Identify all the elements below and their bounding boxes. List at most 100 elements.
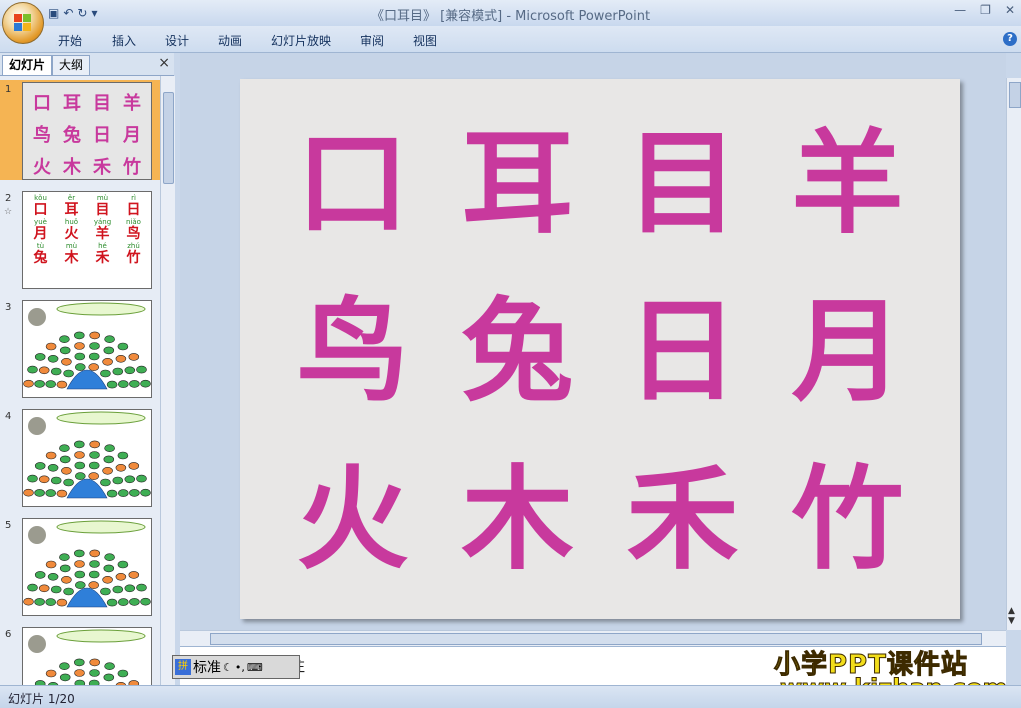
slide-character: 木 [461, 454, 574, 585]
thumbnail-character: 兔 [63, 125, 81, 146]
pinyin-text: mù [65, 242, 78, 250]
pinyin-text: huǒ [64, 218, 79, 226]
slide-character-grid: 口耳目羊鸟兔日月火木禾竹 [270, 119, 930, 585]
close-icon[interactable]: ✕ [1005, 3, 1015, 17]
pinyin-text: yáng [93, 218, 112, 226]
thumbnail-character: 羊 [123, 93, 141, 114]
hanzi-text: 月 [33, 226, 48, 242]
ime-toolbar[interactable]: 拼 标准 ☾ •, ⌨ [172, 655, 300, 679]
pinyin-text: tù [36, 242, 45, 250]
slide-character: 禾 [626, 454, 739, 585]
hanzi-text: 鸟 [126, 226, 141, 242]
minimize-icon[interactable]: — [954, 3, 966, 17]
keyboard-icon[interactable]: ⌨ [247, 661, 263, 674]
punctuation-icon[interactable]: •, [235, 661, 245, 674]
pinyin-cell: rì 日 [118, 194, 149, 218]
thumbnail-number: 5 [5, 520, 12, 531]
hanzi-text: 羊 [95, 226, 110, 242]
tab-home[interactable]: 开始 [58, 32, 82, 49]
window-controls: — ❐ ✕ [954, 3, 1015, 17]
thumbnail-character: 月 [123, 125, 141, 146]
pinyin-text: niǎo [126, 218, 141, 226]
tab-review[interactable]: 审阅 [360, 32, 384, 49]
pinyin-cell: niǎo 鸟 [118, 218, 149, 242]
thumbnail-character: 禾 [93, 157, 111, 178]
pinyin-grid: kǒu 口 ěr 耳 mù 目 rì 日 yuè 月 huǒ 火 yáng 羊 niǎo 鸟 tù 兔 mù 木 hé 禾… [25, 194, 149, 266]
hanzi-text: 耳 [64, 202, 79, 218]
tab-design[interactable]: 设计 [165, 32, 189, 49]
hanzi-text: 兔 [33, 250, 48, 266]
thumbnail-slide-1[interactable]: 1 口耳目羊鸟兔日月火木禾竹 [0, 80, 160, 180]
slide-counter: 幻灯片 1/20 [8, 692, 75, 706]
thumbnail-number: 1 [5, 84, 12, 95]
close-panel-icon[interactable]: × [158, 55, 170, 71]
slide-canvas[interactable]: 口耳目羊鸟兔日月火木禾竹 [240, 79, 960, 619]
page-nav-icon[interactable]: ▲ ▼ [1008, 606, 1015, 626]
thumbnail-character: 木 [63, 157, 81, 178]
thumbnail-character: 目 [93, 93, 111, 114]
pinyin-cell: huǒ 火 [56, 218, 87, 242]
pinyin-text: mù [96, 194, 109, 202]
window-title: 《口耳目》 [兼容模式] - Microsoft PowerPoint [370, 9, 651, 24]
slide-character: 日 [626, 286, 739, 417]
tab-slides[interactable]: 幻灯片 [2, 55, 53, 75]
slide-character: 月 [791, 286, 904, 417]
tab-outline[interactable]: 大纲 [52, 55, 91, 75]
thumbnail-number: 4 [5, 411, 12, 422]
pinyin-cell: ěr 耳 [56, 194, 87, 218]
pinyin-text: hé [98, 242, 107, 250]
thumbnail-preview [22, 409, 152, 507]
hanzi-text: 木 [64, 250, 79, 266]
pinyin-text: rì [131, 194, 136, 202]
scrollbar-thumb[interactable] [1009, 82, 1021, 108]
thumbnail-slide-3[interactable]: 3 [0, 298, 160, 398]
pinyin-text: kǒu [34, 194, 47, 202]
ime-mode[interactable]: 标准 [193, 657, 221, 677]
thumbnail-slide-4[interactable]: 4 [0, 407, 160, 507]
slide-character: 口 [296, 118, 409, 249]
tab-view[interactable]: 视图 [413, 32, 437, 49]
pinyin-text: zhú [127, 242, 140, 250]
thumbnail-slide-6[interactable]: 6 [0, 625, 160, 685]
scrollbar-thumb[interactable] [163, 92, 174, 184]
thumbnail-preview: 口耳目羊鸟兔日月火木禾竹 [22, 82, 152, 180]
animation-star-icon: ☆ [4, 207, 13, 217]
thumbnail-slide-5[interactable]: 5 [0, 516, 160, 616]
tab-animation[interactable]: 动画 [218, 32, 242, 49]
slide-character: 目 [626, 118, 739, 249]
moon-icon[interactable]: ☾ [223, 661, 233, 674]
office-logo-icon [14, 14, 32, 32]
pinyin-cell: zhú 竹 [118, 242, 149, 266]
panel-tabs: 幻灯片 大纲 × [0, 53, 174, 76]
hanzi-text: 口 [33, 202, 48, 218]
thumbnail-number: 2 [5, 193, 12, 204]
slide-character: 羊 [791, 118, 904, 249]
slide-character: 火 [296, 454, 409, 585]
slide-scrollbar[interactable]: ▲ ▼ [1006, 78, 1021, 630]
hanzi-text: 禾 [95, 250, 110, 266]
slide-workspace: 口耳目羊鸟兔日月火木禾竹 [180, 53, 1006, 630]
thumbnail-preview [22, 300, 152, 398]
ime-logo-icon[interactable]: 拼 [175, 659, 191, 675]
help-icon[interactable]: ? [1003, 32, 1017, 46]
thumbnail-number: 3 [5, 302, 12, 313]
thumbnail-character: 鸟 [33, 125, 51, 146]
pinyin-cell: mù 目 [87, 194, 118, 218]
tab-slideshow[interactable]: 幻灯片放映 [271, 32, 331, 49]
pinyin-text: ěr [67, 194, 76, 202]
status-bar: 幻灯片 1/20 [0, 685, 1021, 708]
thumbnail-slide-2[interactable]: 2 ☆ kǒu 口 ěr 耳 mù 目 rì 日 yuè 月 huǒ 火 yáng 羊 niǎo 鸟 tù 兔 mù… [0, 189, 160, 289]
hanzi-text: 目 [95, 202, 110, 218]
thumbnail-scrollbar[interactable] [160, 76, 175, 685]
thumbnail-character: 竹 [123, 157, 141, 178]
peacock-illustration [23, 302, 151, 390]
pinyin-cell: yuè 月 [25, 218, 56, 242]
pinyin-cell: yáng 羊 [87, 218, 118, 242]
tab-insert[interactable]: 插入 [112, 32, 136, 49]
hanzi-text: 日 [126, 202, 141, 218]
slide-character: 竹 [791, 454, 904, 585]
office-button[interactable] [2, 2, 44, 44]
thumbnail-character: 火 [33, 157, 51, 178]
restore-icon[interactable]: ❐ [980, 3, 991, 17]
pinyin-cell: kǒu 口 [25, 194, 56, 218]
